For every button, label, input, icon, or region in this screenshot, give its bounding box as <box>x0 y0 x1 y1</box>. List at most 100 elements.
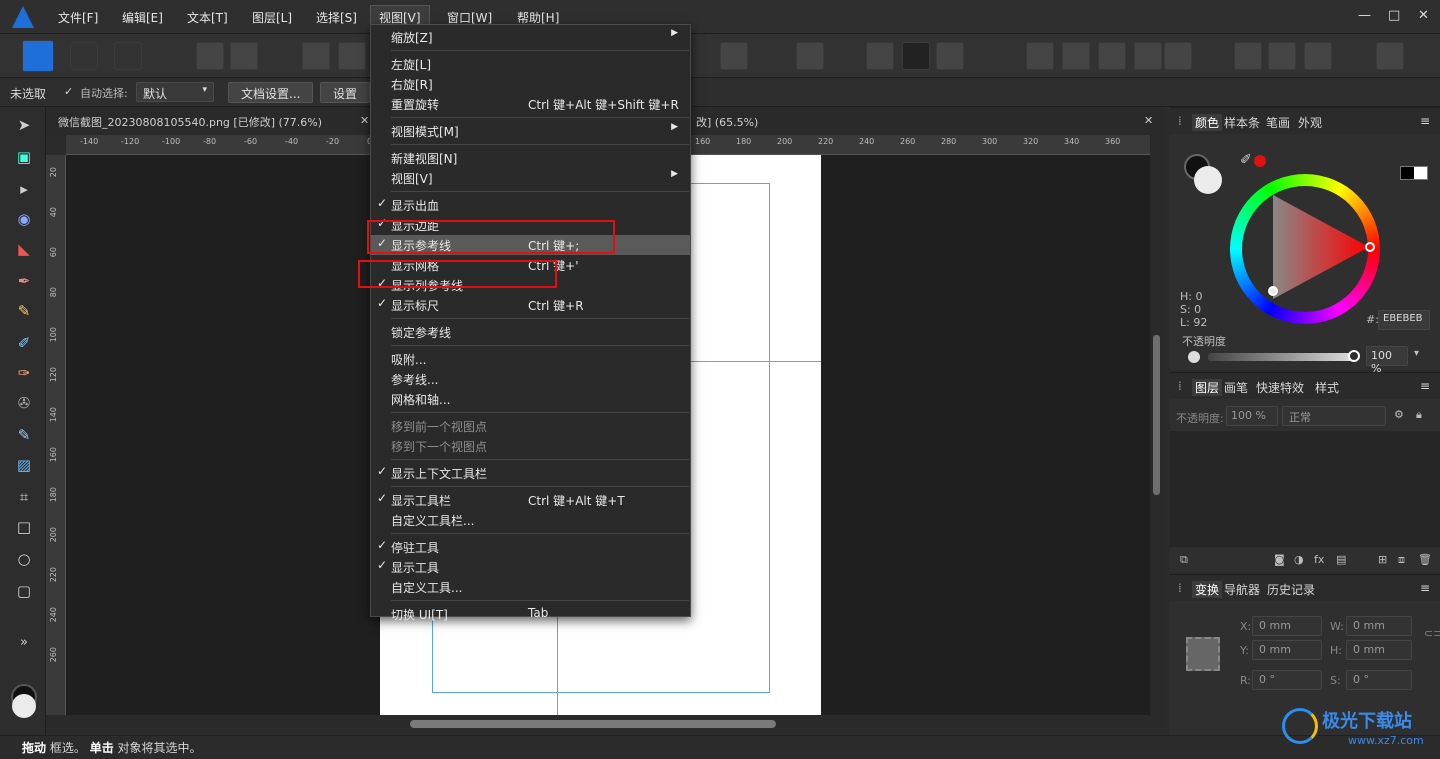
w-field[interactable]: 0 mm <box>1346 616 1412 636</box>
layer-tools-icon[interactable]: ⧉ <box>1180 553 1188 567</box>
opacity-dropdown-icon[interactable]: ▾ <box>1414 348 1419 359</box>
pixel-persona-icon[interactable] <box>70 42 98 70</box>
rectangle-tool-icon[interactable]: □ <box>14 517 34 537</box>
maximize-button[interactable]: □ <box>1388 8 1400 23</box>
close-tab-icon[interactable]: ✕ <box>360 114 369 127</box>
crop-tool-icon[interactable]: ⌗ <box>14 487 34 507</box>
view-menu-item[interactable]: 吸附... <box>371 349 690 369</box>
tab-swatches[interactable]: 样本条 <box>1224 114 1260 131</box>
view-menu-item[interactable]: ✓ 显示工具 <box>371 557 690 577</box>
view-menu-item[interactable]: ✓ 停驻工具 <box>371 537 690 557</box>
document-tab-2[interactable]: 改] (65.5%) <box>696 114 758 130</box>
vector-brush-tool-icon[interactable]: ✐ <box>14 333 34 353</box>
view-menu-item[interactable]: 网格和轴... <box>371 389 690 409</box>
adjustment-icon[interactable]: ◑ <box>1294 553 1304 566</box>
select-bounds-icon[interactable] <box>302 42 330 70</box>
hex-field[interactable]: EBEBEB <box>1378 310 1430 330</box>
boolean-intersect-icon[interactable] <box>1098 42 1126 70</box>
color-mode-toggle[interactable] <box>1400 166 1428 180</box>
layer-opacity-field[interactable]: 100 % <box>1226 406 1278 426</box>
view-menu-item[interactable]: 视图[V] ▶ <box>371 168 690 188</box>
tab-transform[interactable]: 变换 <box>1192 581 1223 598</box>
view-menu-item[interactable]: 左旋[L] <box>371 54 690 74</box>
delete-layer-icon[interactable]: 🗑︎ <box>1418 553 1432 566</box>
vertical-scrollbar[interactable] <box>1150 135 1164 715</box>
move-tool-icon[interactable]: ➤ <box>14 115 34 135</box>
document-settings-button[interactable]: 文档设置... <box>228 82 314 103</box>
insert-behind-icon[interactable] <box>1234 42 1262 70</box>
view-menu-item[interactable]: 视图模式[M] ▶ <box>371 121 690 141</box>
auto-select-dropdown[interactable]: 默认 ▾ <box>136 82 214 102</box>
horizontal-scroll-thumb[interactable] <box>410 720 776 728</box>
add-layer-icon[interactable]: ⊞ <box>1378 553 1387 566</box>
panel-menu-icon[interactable]: ≡ <box>1420 581 1430 595</box>
group-icon[interactable]: ▤ <box>1336 553 1346 566</box>
view-menu-item[interactable]: ✓ 显示标尺 Ctrl 键+R <box>371 295 690 315</box>
user-account-icon[interactable] <box>1376 42 1404 70</box>
select-contents-icon[interactable] <box>338 42 366 70</box>
view-menu-item[interactable]: 参考线... <box>371 369 690 389</box>
pencil-tool-icon[interactable]: ✎ <box>14 301 34 321</box>
guide-ruler-icon[interactable] <box>866 42 894 70</box>
vertical-scroll-thumb[interactable] <box>1153 335 1160 495</box>
distribute-icon[interactable] <box>796 42 824 70</box>
minimize-button[interactable]: — <box>1358 8 1371 23</box>
boolean-add-icon[interactable] <box>1026 42 1054 70</box>
tab-brushes[interactable]: 画笔 <box>1224 379 1248 396</box>
tab-color[interactable]: 颜色 <box>1192 114 1223 131</box>
settings-button[interactable]: 设置 <box>320 82 370 103</box>
tab-history[interactable]: 历史记录 <box>1267 581 1315 598</box>
more-tools-icon[interactable]: » <box>14 633 34 653</box>
node-tool-icon[interactable]: ▸ <box>14 179 34 199</box>
opacity-slider-handle[interactable] <box>1348 350 1360 362</box>
tab-appearance[interactable]: 外观 <box>1298 114 1322 131</box>
horizontal-scrollbar[interactable] <box>46 715 1164 733</box>
layers-list[interactable] <box>1170 431 1440 547</box>
rotation-field[interactable]: 0 ° <box>1252 670 1322 690</box>
close-window-button[interactable]: ✕ <box>1418 8 1429 23</box>
view-menu-item[interactable]: 重置旋转 Ctrl 键+Alt 键+Shift 键+R <box>371 94 690 114</box>
menu-select[interactable]: 选择[S] <box>310 9 363 26</box>
opacity-field[interactable]: 100 % <box>1366 346 1408 375</box>
menu-file[interactable]: 文件[F] <box>52 9 104 26</box>
auto-select-checkbox[interactable]: ✓ <box>64 85 73 98</box>
panel-grip-icon[interactable]: ⁞ <box>1178 379 1182 393</box>
opacity-slider[interactable] <box>1208 353 1354 361</box>
fill-swatch[interactable] <box>1194 166 1222 194</box>
lock-icon[interactable]: 🔒︎ <box>1416 408 1422 422</box>
tab-navigator[interactable]: 导航器 <box>1224 581 1260 598</box>
x-field[interactable]: 0 mm <box>1252 616 1322 636</box>
color-handle[interactable] <box>1268 286 1278 296</box>
insert-top-icon[interactable] <box>1268 42 1296 70</box>
menu-edit[interactable]: 编辑[E] <box>116 9 169 26</box>
duplicate-layer-icon[interactable]: ⧈ <box>1398 553 1405 567</box>
link-proportions-icon[interactable]: ⊂⊃ <box>1424 627 1440 640</box>
panel-grip-icon[interactable]: ⁞ <box>1178 581 1182 595</box>
close-tab-2-icon[interactable]: ✕ <box>1144 114 1153 127</box>
menu-text[interactable]: 文本[T] <box>181 9 234 26</box>
settings-gear-icon[interactable] <box>230 42 258 70</box>
document-tab-1[interactable]: 微信截图_20230808105540.png [已修改] (77.6%) <box>58 114 322 130</box>
contour-tool-icon[interactable]: ◉ <box>14 209 34 229</box>
vertical-ruler[interactable]: 20 40 60 80 100 120 140 160 180 200 220 240 260 <box>46 155 66 715</box>
view-menu-item[interactable]: ✓ 显示上下文工具栏 <box>371 463 690 483</box>
tab-stroke[interactable]: 笔画 <box>1266 114 1290 131</box>
view-menu-item[interactable]: 锁定参考线 <box>371 322 690 342</box>
boolean-subtract-icon[interactable] <box>1062 42 1090 70</box>
view-menu-item[interactable]: 自定义工具... <box>371 577 690 597</box>
fill-tool-icon[interactable]: ✑ <box>14 363 34 383</box>
place-image-tool-icon[interactable]: ▨ <box>14 455 34 475</box>
insert-inside-icon[interactable] <box>1304 42 1332 70</box>
ellipse-tool-icon[interactable]: ○ <box>14 549 34 569</box>
magnet-icon[interactable] <box>936 42 964 70</box>
view-menu-item[interactable]: 自定义工具栏... <box>371 510 690 530</box>
view-menu-item[interactable]: 新建视图[N] <box>371 148 690 168</box>
corner-tool-icon[interactable]: ◣ <box>14 239 34 259</box>
anchor-point-selector[interactable] <box>1186 637 1220 671</box>
align-icon[interactable] <box>720 42 748 70</box>
boolean-xor-icon[interactable] <box>1164 42 1192 70</box>
h-field[interactable]: 0 mm <box>1346 640 1412 660</box>
hue-handle[interactable] <box>1365 242 1375 252</box>
pen-tool-icon[interactable]: ✒ <box>14 271 34 291</box>
view-menu-item[interactable]: 右旋[R] <box>371 74 690 94</box>
